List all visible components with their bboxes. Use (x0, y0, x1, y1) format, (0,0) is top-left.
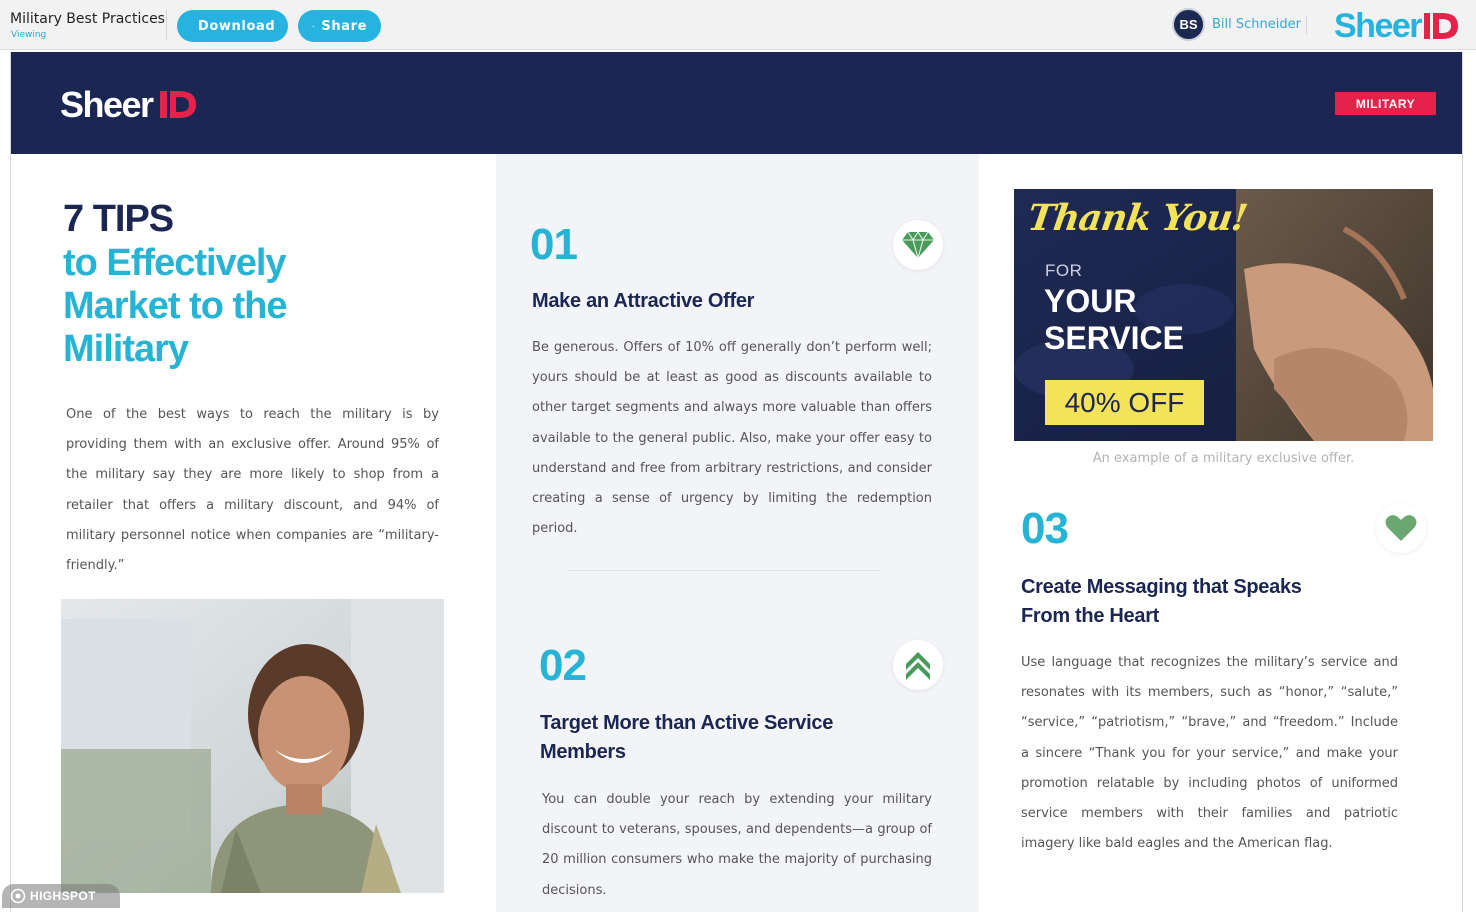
sheerid-logo: Sheer (60, 84, 220, 132)
tip-title: Target More than Active Service Members (540, 712, 834, 763)
highspot-icon (10, 888, 26, 904)
offer-thank-you: Thank You! (1025, 197, 1250, 239)
toolbar-divider (1306, 16, 1307, 34)
share-label: Share (321, 18, 367, 34)
offer-caption: An example of a military exclusive offer… (1092, 451, 1355, 466)
tip-icon-badge (893, 640, 943, 690)
heading-subtitle: to Effectively Market to the Military (63, 242, 287, 370)
tip-title: Make an Attractive Offer (532, 290, 755, 312)
offer-your: YOUR (1044, 283, 1137, 319)
military-offer-image: Thank You! FOR YOUR SERVICE 40% OFF (1014, 189, 1433, 441)
share-button[interactable]: Share (298, 10, 381, 42)
document-page: Sheer MILITARY 7 TIPS to Effectively Mar… (10, 52, 1463, 912)
viewer-toolbar: Military Best Practices Viewing Download… (0, 0, 1476, 50)
diamond-icon (902, 230, 934, 260)
svg-text:Sheer: Sheer (1334, 7, 1422, 45)
highspot-label: HIGHSPOT (30, 889, 96, 903)
highspot-badge[interactable]: HIGHSPOT (2, 884, 120, 908)
tip-body: You can double your reach by extending y… (542, 792, 932, 898)
tip-icon-badge (1376, 503, 1426, 553)
offer-service: SERVICE (1044, 320, 1184, 356)
document-title: Military Best Practices (10, 11, 165, 27)
user-menu[interactable]: BS Bill Schneider (1172, 8, 1301, 41)
document-status: Viewing (11, 30, 47, 40)
soldier-photo (61, 599, 444, 893)
tip-icon-badge (893, 220, 943, 270)
toolbar-divider (166, 10, 167, 40)
download-label: Download (198, 18, 276, 34)
document-banner: Sheer MILITARY (11, 52, 1462, 154)
section-divider (568, 570, 881, 571)
chevrons-up-icon (906, 652, 930, 680)
download-button[interactable]: Download (177, 10, 288, 42)
tip-title: Create Messaging that Speaks From the He… (1021, 576, 1302, 627)
tip-body: Be generous. Offers of 10% off generally… (532, 340, 932, 537)
sheerid-logo: Sheer (1334, 4, 1462, 51)
svg-text:Sheer: Sheer (60, 85, 154, 125)
intro-paragraph: One of the best ways to reach the milita… (66, 407, 439, 574)
offer-discount: 40% OFF (1045, 380, 1204, 425)
avatar: BS (1172, 8, 1205, 41)
tip-number: 03 (1021, 504, 1069, 553)
user-name: Bill Schneider (1212, 17, 1301, 32)
send-icon (312, 24, 315, 27)
offer-for: FOR (1045, 261, 1083, 280)
heading-tips: 7 TIPS (63, 198, 174, 240)
category-tag: MILITARY (1335, 92, 1436, 115)
heart-icon (1385, 515, 1417, 541)
tip-number: 02 (539, 641, 587, 690)
tip-number: 01 (530, 220, 578, 269)
tip-body: Use language that recognizes the militar… (1021, 655, 1398, 852)
